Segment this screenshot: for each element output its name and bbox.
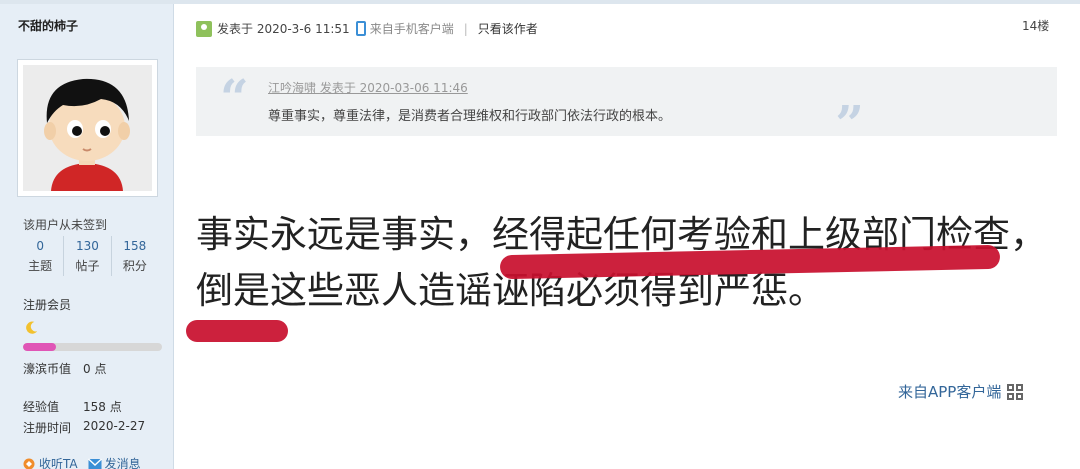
post-meta: 发表于 2020-3-6 11:51 来自手机客户端 | 只看该作者 [196,20,538,37]
currency-value: 0 点 [83,362,107,376]
stat-points[interactable]: 158 积分 [112,236,158,276]
reg-label: 注册时间 [23,421,72,435]
message-label: 发消息 [104,457,141,469]
envelope-icon [87,457,102,469]
separator: | [463,21,468,36]
mobile-source-link[interactable]: 来自手机客户端 [370,20,454,37]
exp-label: 经验值 [23,400,60,414]
moon-level-icon [26,321,38,334]
stat-value: 0 [36,239,44,253]
stat-threads[interactable]: 0 主题 [17,236,65,276]
author-stats: 0 主题 130 帖子 158 积分 [17,236,158,276]
post-time: 发表于 2020-3-6 11:51 [217,22,350,36]
app-source[interactable]: 来自APP客户端 [898,381,1024,402]
quote-text: 尊重事实，尊重法律，是消费者合理维权和行政部门依法行政的根本。 [268,109,672,124]
app-source-label: 来自APP客户端 [898,383,1002,401]
stat-label: 帖子 [75,259,100,273]
author-sidebar: 不甜的柿子 该用户从未签到 0 主题 130 帖子 158 积分 注册会员 濠滨… [0,4,174,469]
qr-code-icon [1007,383,1024,400]
currency-label: 濠滨币值 [23,362,72,376]
phone-icon [355,21,366,36]
reg-value: 2020-2-27 [83,419,146,433]
follow-icon [23,458,35,469]
reg-row: 注册时间 2020-2-27 [23,419,145,436]
stat-value: 158 [123,239,147,253]
quote-author[interactable]: 江吟海啸 发表于 2020-03-06 11:46 [268,79,468,96]
level-progress-bar [23,343,162,351]
quote-block: “ 江吟海啸 发表于 2020-03-06 11:46 尊重事实，尊重法律，是消… [196,67,1057,149]
red-highlight-stroke [186,320,288,342]
online-status-icon [196,20,212,37]
exp-row: 经验值 158 点 [23,398,122,415]
close-quote-icon: ” [835,94,864,153]
author-name[interactable]: 不甜的柿子 [18,17,78,34]
level-progress-fill [23,343,57,351]
member-group[interactable]: 注册会员 [23,296,71,313]
stat-label: 积分 [122,259,147,273]
author-actions: 收听TA 发消息 [22,455,141,469]
floor-number[interactable]: 14楼 [1022,17,1049,34]
avatar[interactable] [17,59,158,197]
only-author-link[interactable]: 只看该作者 [478,20,538,37]
avatar-image [23,65,152,191]
follow-button[interactable]: 收听TA [22,455,78,469]
exp-value: 158 点 [83,400,122,414]
open-quote-icon: “ [220,68,249,127]
sign-status: 该用户从未签到 [23,218,108,232]
follow-label: 收听TA [39,457,78,469]
stat-value: 130 [76,239,99,253]
stat-posts[interactable]: 130 帖子 [64,236,112,276]
stat-label: 主题 [28,259,53,273]
currency-row: 濠滨币值 0 点 [23,360,106,377]
message-button[interactable]: 发消息 [87,455,141,469]
